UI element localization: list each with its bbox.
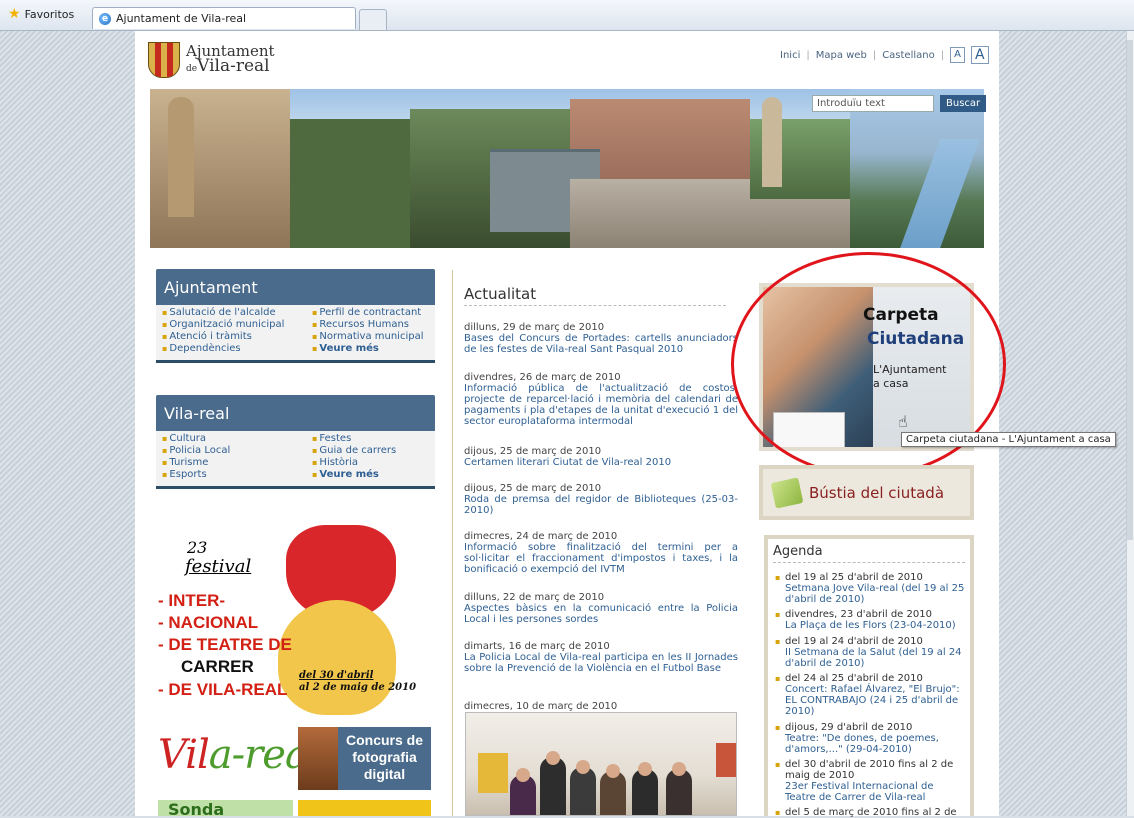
news-item[interactable]: divendres, 26 de març de 2010 Informació … <box>464 372 738 427</box>
menu-link[interactable]: Guia de carrers <box>312 445 432 456</box>
font-small-button[interactable]: A <box>950 47 965 63</box>
poster-festival: festival <box>185 556 252 577</box>
top-links: Inici | Mapa web | Castellano | A A <box>780 46 989 64</box>
menu-link[interactable]: Dependències <box>162 343 312 354</box>
poster-line: - DE VILA-REAL <box>158 680 288 699</box>
news-item[interactable]: dijous, 25 de març de 2010 Roda de premsa… <box>464 483 738 516</box>
home-link[interactable]: Inici <box>780 50 800 61</box>
menu-link[interactable]: Festes <box>312 433 432 444</box>
see-more-link[interactable]: Veure més <box>312 469 432 480</box>
agenda-item[interactable]: divendres, 23 d'abril de 2010La Plaça de… <box>775 609 967 631</box>
poster-line: - INTER- <box>158 591 226 610</box>
menu-link[interactable]: Perfil de contractant <box>312 307 432 318</box>
menu-link[interactable]: Salutació de l'alcalde <box>162 307 312 318</box>
hand-cursor-icon: ☝ <box>898 412 908 431</box>
coat-of-arms-icon <box>148 42 180 78</box>
agenda-title: Agenda <box>773 544 965 563</box>
news-item[interactable]: dilluns, 29 de març de 2010 Bases del Con… <box>464 322 738 355</box>
language-link[interactable]: Castellano <box>882 50 935 61</box>
poster-dates: del 30 d'abril al 2 de maig de 2010 <box>299 670 417 693</box>
vilareal-menu-title: Vila-real <box>156 395 435 431</box>
ajuntament-menu-title: Ajuntament <box>156 269 435 305</box>
header-banner-image <box>150 89 984 248</box>
favorites-label: Favoritos <box>24 7 75 21</box>
agenda-item[interactable]: del 5 de març de 2010 fins al 2 de <box>775 807 967 818</box>
menu-link[interactable]: Policia Local <box>162 445 312 456</box>
news-title: Actualitat <box>464 285 726 306</box>
bustia-label: Bústia del ciutadà <box>809 483 945 502</box>
sitemap-link[interactable]: Mapa web <box>816 50 867 61</box>
column-divider <box>452 270 453 816</box>
menu-link[interactable]: Normativa municipal <box>312 331 432 342</box>
ie-icon: e <box>99 12 111 25</box>
new-tab-button[interactable] <box>359 9 387 31</box>
news-item[interactable]: dimecres, 24 de març de 2010 Informació s… <box>464 531 738 575</box>
agenda-item[interactable]: del 19 al 24 d'abril de 2010II Setmana d… <box>775 636 967 669</box>
logo-de: de <box>186 63 198 74</box>
sonda-banner[interactable]: Sonda <box>158 800 293 816</box>
vila-real-logo-banner[interactable]: Vila-real <box>158 732 321 778</box>
font-big-button[interactable]: A <box>970 46 989 64</box>
browser-tab[interactable]: e Ajuntament de Vila-real <box>92 7 356 29</box>
news-item[interactable]: dimarts, 16 de març de 2010 La Policia Lo… <box>464 641 738 674</box>
tooltip: Carpeta ciutadana - L'Ajuntament a casa <box>901 432 1116 447</box>
menu-link[interactable]: Història <box>312 457 432 468</box>
bustia-ciutada-banner[interactable]: Bústia del ciutadà <box>759 465 974 520</box>
poster-line: CARRER <box>181 657 254 676</box>
poster-line: - NACIONAL <box>158 613 259 632</box>
search-bar: Buscar <box>812 95 987 112</box>
page-background-right <box>999 31 1126 816</box>
yellow-banner[interactable] <box>298 800 431 816</box>
news-photo[interactable] <box>465 712 737 816</box>
agenda-item[interactable]: del 30 d'abril de 2010 fins al 2 de maig… <box>775 759 967 803</box>
search-button[interactable]: Buscar <box>940 95 987 112</box>
news-item[interactable]: dijous, 25 de març de 2010 Certamen liter… <box>464 446 738 468</box>
page-background-left <box>0 31 135 816</box>
site-logo[interactable]: Ajuntament deVila-real <box>148 42 275 78</box>
search-input[interactable] <box>812 95 934 112</box>
vilareal-menu: Vila-real Cultura Festes Policia Local G… <box>156 395 435 489</box>
star-icon: ★ <box>8 6 21 22</box>
menu-link[interactable]: Esports <box>162 469 312 480</box>
ajuntament-menu: Ajuntament Salutació de l'alcalde Perfil… <box>156 269 435 363</box>
scrollbar-thumb[interactable] <box>1127 40 1133 540</box>
poster-number: 23 <box>187 538 208 557</box>
agenda-item[interactable]: dijous, 29 d'abril de 2010Teatre: "De do… <box>775 722 967 755</box>
separator: | <box>940 49 945 61</box>
hands-illustration <box>278 600 396 715</box>
menu-link[interactable]: Atenció i tràmits <box>162 331 312 342</box>
agenda-item[interactable]: del 24 al 25 d'abril de 2010Concert: Raf… <box>775 673 967 717</box>
news-item[interactable]: dilluns, 22 de març de 2010 Aspectes bàsi… <box>464 592 738 625</box>
menu-link[interactable]: Turisme <box>162 457 312 468</box>
logo-line2: Vila-real <box>197 55 270 76</box>
news-item[interactable]: dimecres, 10 de març de 2010 <box>464 701 738 712</box>
poster-line: - DE TEATRE DE <box>158 635 292 654</box>
menu-link[interactable]: Cultura <box>162 433 312 444</box>
favorites-button[interactable]: ★ Favoritos <box>8 6 74 22</box>
envelope-icon <box>770 476 804 509</box>
photo-contest-banner[interactable]: Concurs de fotografia digital <box>298 727 431 790</box>
menu-link[interactable]: Organització municipal <box>162 319 312 330</box>
photo-contest-label: Concurs de fotografia digital <box>345 732 423 782</box>
agenda-item[interactable]: del 19 al 25 d'abril de 2010Setmana Jove… <box>775 572 967 605</box>
separator: | <box>872 49 877 61</box>
church-photo <box>298 727 338 790</box>
menu-link[interactable]: Recursos Humans <box>312 319 432 330</box>
see-more-link[interactable]: Veure més <box>312 343 432 354</box>
separator: | <box>806 49 810 61</box>
tab-title: Ajuntament de Vila-real <box>116 12 247 25</box>
